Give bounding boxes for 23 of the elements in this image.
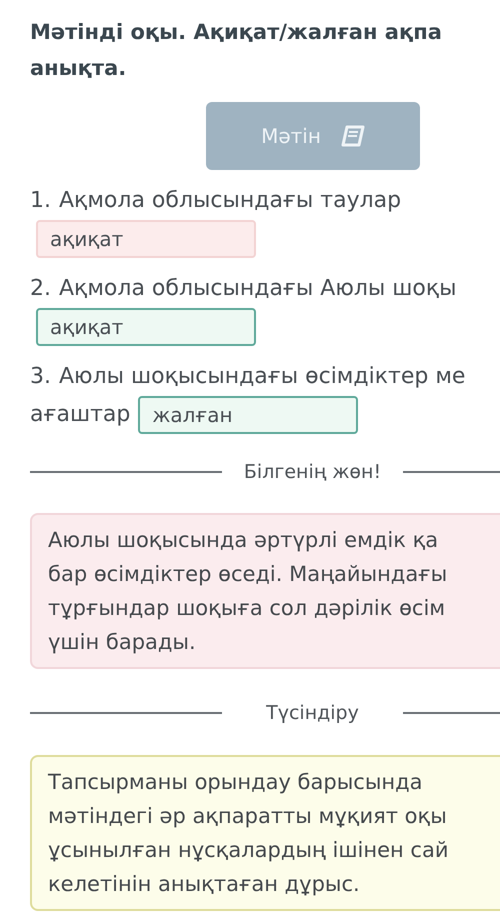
question-text: Аюлы шоқысындағы өсімдіктер ме [59,363,466,391]
answer-box[interactable]: ақиқат [36,308,256,346]
question-number: 1. [30,187,51,215]
card-text: келетінін анықтаған дұрыс. [48,871,361,898]
card-text: мәтіндегі әр ақпаратты мұқият оқы [48,803,448,830]
card-text: Аюлы шоқысында әртүрлі емдік қа [48,526,440,554]
question-text: ағаштар [30,401,130,429]
section-heading: Білгенің жөн! [242,460,382,485]
question-number: 2. [30,275,51,303]
book-icon [340,125,365,147]
card-text: ұсынылған нұсқалардың ішінен сай [48,837,450,864]
question-text: Ақмола облысындағы таулар [59,187,402,215]
card-text: бар өсімдіктер өседі. Маңайындағы [48,560,448,588]
card-text: үшін барады. [48,628,197,656]
question-title: анықта. [30,55,128,82]
question-number: 3. [30,363,51,391]
answer-box[interactable]: жалған [138,396,358,434]
question-title: Мәтінді оқы. Ақиқат/жалған ақпа [30,19,443,46]
answer-box[interactable]: ақиқат [36,220,256,258]
question-text: Ақмола облысындағы Аюлы шоқы [59,275,457,303]
card-text: Тапсырманы орындау барысында [48,769,424,796]
card-text: тұрғындар шоқыға сол дәрілік өсім [48,594,446,622]
section-heading: Түсіндіру [265,700,360,726]
